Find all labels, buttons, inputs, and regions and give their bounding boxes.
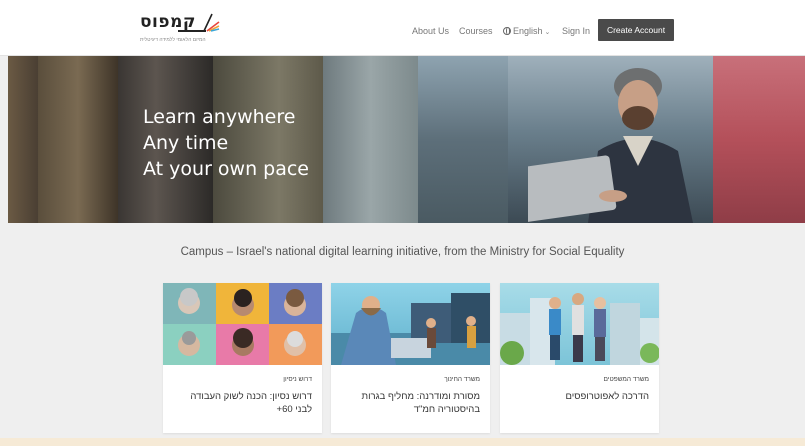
course-card-image [331, 283, 490, 365]
hero-line: At your own pace [143, 158, 309, 180]
course-title: דרוש נסיון: הכנה לשוק העבודה לבני 60+ [190, 391, 312, 415]
nav-about-link[interactable]: About Us [412, 26, 449, 36]
campus-logo[interactable]: קמפוס המיזם הלאומי ללמידה דיגיטלית [140, 12, 220, 46]
hero-banner: Learn anywhere Any time At your own pace [8, 56, 805, 223]
nav-sign-in-link[interactable]: Sign In [562, 26, 590, 36]
hero-person-illustration [528, 68, 693, 223]
course-org: משרד המשפטים [603, 376, 649, 383]
course-card[interactable]: משרד המשפטים הדרכה לאפוטרופסים [500, 283, 659, 433]
course-card[interactable]: משרד החינוך מסורת ומודרנה: מחליף בגרות ב… [331, 283, 490, 433]
course-card-image [500, 283, 659, 365]
create-account-button[interactable]: Create Account [598, 19, 674, 41]
hero-photo-strip [38, 56, 118, 223]
course-org: משרד החינוך [444, 376, 480, 383]
course-org: דרוש ניסיון [283, 376, 312, 383]
course-card-image [163, 283, 322, 365]
hero-heading: Learn anywhere Any time At your own pace [143, 104, 309, 182]
course-title: הדרכה לאפוטרופסים [565, 391, 649, 402]
chevron-down-icon: ⌄ [544, 29, 551, 36]
course-title: מסורת ומודרנה: מחליף בגרות בהיסטוריה חמ"… [361, 391, 480, 415]
language-selector[interactable]: English ⌄ [503, 26, 550, 36]
site-header: קמפוס המיזם הלאומי ללמידה דיגיטלית About… [0, 0, 805, 56]
logo-subtitle: המיזם הלאומי ללמידה דיגיטלית [140, 37, 206, 43]
hero-photo-strip [418, 56, 508, 223]
tagline-text: Campus – Israel's national digital learn… [180, 246, 625, 258]
hero-line: Any time [143, 132, 229, 154]
nav-courses-link[interactable]: Courses [459, 26, 493, 36]
globe-icon [503, 27, 511, 35]
hero-line: Learn anywhere [143, 106, 296, 128]
logo-wordmark: קמפוס [140, 12, 196, 32]
hero-photo-strip [8, 56, 38, 223]
footer-strip [0, 438, 805, 446]
logo-mark-icon [203, 13, 220, 32]
language-label: English [513, 26, 543, 36]
hero-photo-strip [323, 56, 418, 223]
course-card[interactable]: דרוש ניסיון דרוש נסיון: הכנה לשוק העבודה… [163, 283, 322, 433]
